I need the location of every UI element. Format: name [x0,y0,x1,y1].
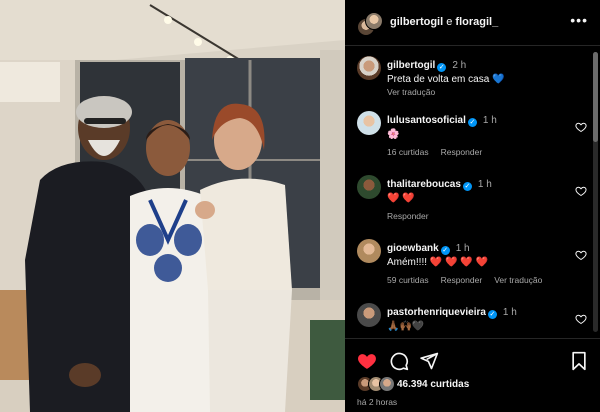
scrollbar-thumb[interactable] [593,52,598,142]
caption-header: gilbertogil ✓ 2 h [387,60,466,72]
avatar [379,376,395,392]
avatar[interactable] [357,303,381,327]
comment-time: 1 h [477,179,492,190]
like-comment-icon[interactable] [575,249,587,261]
heart-filled-icon[interactable] [357,351,377,371]
comment-meta: Responder [387,211,441,221]
post-header: gilbertogil e floragil_ ••• [345,0,600,46]
comment-username[interactable]: lulusantosoficial [387,115,466,126]
comment-icon[interactable] [389,351,409,371]
reply-link[interactable]: Responder [387,211,429,221]
like-comment-icon[interactable] [575,185,587,197]
translate-link[interactable]: Ver tradução [387,87,435,97]
bookmark-icon[interactable] [570,351,588,371]
verified-badge-icon: ✓ [440,246,450,255]
collab-avatars[interactable] [357,12,383,38]
comment-item: gioewbank ✓ 1 h Amém!!!! ❤️ ❤️ ❤️ ❤️ 59 cu… [357,239,587,289]
author-link-b[interactable]: floragil_ [455,16,498,28]
reply-link[interactable]: Responder [441,147,483,157]
likes-count[interactable]: 46.394 curtidas [397,379,469,390]
verified-badge-icon: ✓ [467,118,477,127]
comment-item: thalitareboucas ✓ 1 h ❤️ ❤️ Responder [357,175,587,225]
comments-list[interactable]: gilbertogil ✓ 2 h Preta de volta em casa 💙… [345,47,600,337]
post-caption: gilbertogil ✓ 2 h Preta de volta em casa 💙… [357,56,587,102]
comment-text: Amém!!!! ❤️ ❤️ ❤️ ❤️ [387,257,488,268]
avatar[interactable] [357,239,381,263]
post-timestamp: há 2 horas [357,397,398,407]
comment-likes[interactable]: 59 curtidas [387,275,429,285]
comment-meta: 16 curtidas Responder [387,147,494,157]
caption-username[interactable]: gilbertogil [387,60,435,71]
comments-scrollbar[interactable] [593,52,598,332]
author-link-a[interactable]: gilbertogil [390,16,443,28]
post-footer: 46.394 curtidas há 2 horas [345,338,600,412]
translate-link[interactable]: Ver tradução [494,275,542,285]
like-comment-icon[interactable] [575,121,587,133]
share-icon[interactable] [419,351,439,371]
comment-username[interactable]: gioewbank [387,243,439,254]
comment-meta: 59 curtidas Responder Ver tradução [387,275,554,285]
avatar[interactable] [357,111,381,135]
comment-likes[interactable]: 16 curtidas [387,147,429,157]
comment-header: lulusantosoficial ✓ 1 h [387,115,497,127]
comment-username[interactable]: thalitareboucas [387,179,461,190]
post-authors: gilbertogil e floragil_ [390,16,498,28]
post-photo-scene [0,0,345,412]
comment-item: pastorhenriquevieira ✓ 1 h 🙏🏾🙌🏾🖤 [357,303,587,337]
like-comment-icon[interactable] [575,313,587,325]
comment-text: ❤️ ❤️ [387,193,415,204]
comment-username[interactable]: pastorhenriquevieira [387,307,486,318]
avatar[interactable] [357,56,381,80]
post-side-panel: gilbertogil e floragil_ ••• gilbertogil ✓… [345,0,600,412]
comment-time: 1 h [482,115,497,126]
verified-badge-icon: ✓ [462,182,472,191]
comment-header: pastorhenriquevieira ✓ 1 h [387,307,517,319]
more-options-icon[interactable]: ••• [570,12,588,28]
comment-text: 🙏🏾🙌🏾🖤 [387,321,425,332]
caption-meta: Ver tradução [387,87,447,97]
reply-link[interactable]: Responder [441,275,483,285]
avatar [365,12,383,30]
comment-time: 1 h [455,243,470,254]
verified-badge-icon: ✓ [487,310,497,319]
comment-text: 🌸 [387,129,400,140]
caption-text: Preta de volta em casa 💙 [387,74,505,85]
post-photo[interactable] [0,0,345,412]
comment-item: lulusantosoficial ✓ 1 h 🌸 16 curtidas Respo… [357,111,587,161]
authors-separator: e [446,16,453,28]
avatar[interactable] [357,175,381,199]
comment-header: thalitareboucas ✓ 1 h [387,179,492,191]
comment-time: 1 h [502,307,517,318]
caption-time: 2 h [452,60,467,71]
comment-header: gioewbank ✓ 1 h [387,243,470,255]
verified-badge-icon: ✓ [437,63,447,72]
